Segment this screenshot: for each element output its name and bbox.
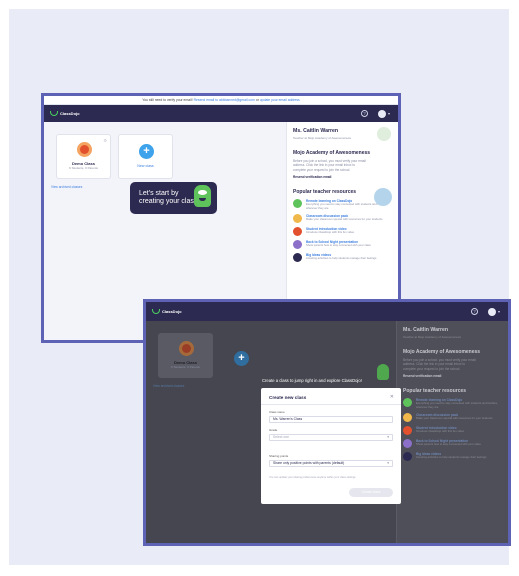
- resource-desc: Amazing activities to help students mana…: [416, 455, 487, 460]
- class-avatar-icon: [179, 341, 194, 356]
- resource-item[interactable]: Classroom discussion pack Make your class…: [403, 413, 502, 423]
- tooltip-line-1: Let's start by: [139, 190, 179, 197]
- gear-icon[interactable]: ⚙: [103, 138, 107, 143]
- logo-text: ClassDojo: [162, 309, 182, 314]
- banner-text: You still need to verify your email!: [142, 98, 193, 102]
- logo-icon: [152, 309, 160, 314]
- resource-icon: [293, 253, 302, 263]
- school-text: Before you join a school, you must verif…: [293, 159, 366, 172]
- resend-verification-link[interactable]: Resend verification email: [293, 175, 392, 179]
- grade-select[interactable]: Select one ▾: [269, 434, 393, 441]
- teacher-name: Ms. Caitlin Warren: [403, 327, 449, 333]
- resource-icon: [403, 439, 412, 449]
- tooltip-text: Let's start by creating your class!: [139, 190, 199, 206]
- resource-icon: [293, 199, 302, 209]
- resources-title: Popular teacher resources: [403, 388, 467, 395]
- tooltip-line-2: creating your class!: [139, 198, 200, 205]
- sharing-note: You can update your sharing preferences …: [269, 476, 356, 479]
- resource-icon: [293, 227, 302, 237]
- resend-email-link[interactable]: Resend email to abbbanned@gmail.com: [194, 98, 255, 102]
- class-subtitle: 6 Students, 0 Parents: [171, 365, 200, 369]
- resource-item[interactable]: Back to School Night presentation Show pa…: [403, 439, 502, 449]
- chevron-down-icon[interactable]: ▾: [388, 111, 390, 116]
- right-sidebar: Ms. Caitlin Warren Teacher at Mojo Acade…: [396, 321, 508, 543]
- teacher-subtitle: Teacher at Mojo Academy of Awesomeness: [403, 335, 461, 339]
- sharing-points-select[interactable]: Share only positive points with parents …: [269, 460, 393, 467]
- resource-item[interactable]: Student introduction video Introduce Clas…: [293, 227, 392, 237]
- monster-mascot-icon: [194, 185, 211, 207]
- verify-email-banner: You still need to verify your email! Res…: [44, 96, 398, 105]
- create-class-screenshot: ClassDojo ? ▾ Demo Class 6 Students, 0 P…: [143, 299, 511, 546]
- resource-icon: [403, 426, 412, 436]
- plus-icon: +: [234, 351, 249, 366]
- monster-mascot-icon: [377, 364, 389, 380]
- modal-title: Create new class: [269, 395, 307, 400]
- resource-icon: [293, 214, 302, 224]
- main-area-dimmed: Demo Class 6 Students, 0 Parents + View …: [146, 321, 508, 543]
- account-avatar[interactable]: [487, 307, 496, 316]
- school-title: Mojo Academy of Awesomeness: [403, 349, 481, 355]
- profile-avatar[interactable]: [377, 127, 391, 141]
- resource-item[interactable]: Back to School Night presentation Show pa…: [293, 240, 392, 250]
- resource-desc: Make your classroom special with resourc…: [416, 416, 493, 421]
- banner-or: or: [255, 98, 259, 102]
- school-text: Before you join a school, you must verif…: [403, 358, 476, 371]
- top-navbar: ClassDojo ? ▾: [44, 105, 398, 122]
- help-icon[interactable]: ?: [470, 308, 478, 315]
- create-class-modal: Create new class ✕ Class name Ms. Warren…: [261, 388, 401, 504]
- new-class-label: New class: [137, 164, 154, 168]
- resource-item[interactable]: Remote learning on ClassDojo Everything y…: [403, 398, 502, 409]
- resource-icon: [403, 398, 412, 408]
- classdojo-logo[interactable]: ClassDojo: [50, 111, 80, 116]
- resource-icon: [403, 413, 412, 423]
- resource-desc: Show parents how to stay connected with …: [416, 442, 481, 447]
- close-icon[interactable]: ✕: [390, 394, 394, 400]
- plus-icon: +: [139, 144, 154, 159]
- create-class-button[interactable]: Create class: [349, 488, 393, 497]
- class-name-label: Class name: [269, 410, 285, 414]
- grade-placeholder: Select one: [273, 435, 290, 439]
- resend-verification-link: Resend verification email: [403, 374, 442, 379]
- class-name-input[interactable]: Ms. Warren's Class: [269, 416, 393, 423]
- class-avatar-icon: [77, 142, 92, 157]
- resource-icon: [293, 240, 302, 250]
- logo-text: ClassDojo: [60, 111, 80, 116]
- new-class-card[interactable]: + New class: [118, 134, 173, 179]
- sharing-points-value: Share only positive points with parents …: [273, 461, 345, 465]
- grade-label: Grade: [269, 428, 278, 432]
- modal-divider: [261, 404, 401, 405]
- chevron-down-icon: ▾: [387, 461, 389, 465]
- chevron-down-icon[interactable]: ▾: [498, 309, 500, 314]
- demo-class-card: Demo Class 6 Students, 0 Parents: [158, 333, 213, 378]
- resource-desc: Introduce ClassDojo with this fun video: [416, 429, 465, 434]
- update-email-link[interactable]: update your email address: [260, 98, 300, 102]
- resources-list: Remote learning on ClassDojo Everything y…: [403, 398, 502, 462]
- resource-item[interactable]: Big Ideas videos Amazing activities to he…: [293, 253, 392, 263]
- school-icon: [374, 188, 392, 206]
- sharing-points-label: Sharing points: [269, 454, 289, 458]
- resource-desc: Show parents how to stay connected with …: [306, 243, 371, 248]
- resource-desc: Everything you need to stay connected wi…: [416, 401, 498, 409]
- onboarding-tooltip: Let's start by creating your class!: [130, 182, 217, 214]
- school-title: Mojo Academy of Awesomeness: [293, 150, 371, 156]
- resource-desc: Amazing activities to help students mana…: [306, 256, 377, 261]
- top-navbar: ClassDojo ? ▾: [146, 302, 508, 321]
- classdojo-logo[interactable]: ClassDojo: [152, 309, 182, 314]
- resource-item[interactable]: Big Ideas videos Amazing activities to he…: [403, 452, 502, 462]
- view-archived-link[interactable]: View archived classes: [51, 185, 82, 189]
- view-archived-link: View archived classes: [153, 384, 185, 388]
- chevron-down-icon: ▾: [387, 435, 389, 439]
- account-avatar[interactable]: [377, 109, 386, 118]
- resources-list: Remote learning on ClassDojo Everything y…: [293, 199, 392, 263]
- help-icon[interactable]: ?: [360, 110, 368, 117]
- logo-icon: [50, 111, 58, 116]
- resource-item[interactable]: Classroom discussion pack Make your class…: [293, 214, 392, 224]
- resource-item[interactable]: Student introduction video Introduce Clas…: [403, 426, 502, 436]
- resource-desc: Introduce ClassDojo with this fun video: [306, 230, 355, 235]
- jump-in-text: Create a class to jump right in and expl…: [262, 378, 362, 383]
- resource-desc: Make your classroom special with resourc…: [306, 217, 383, 222]
- resource-icon: [403, 452, 412, 462]
- class-subtitle: 6 Students, 0 Parents: [69, 166, 98, 170]
- demo-class-card[interactable]: ⚙ Demo Class 6 Students, 0 Parents: [56, 134, 111, 179]
